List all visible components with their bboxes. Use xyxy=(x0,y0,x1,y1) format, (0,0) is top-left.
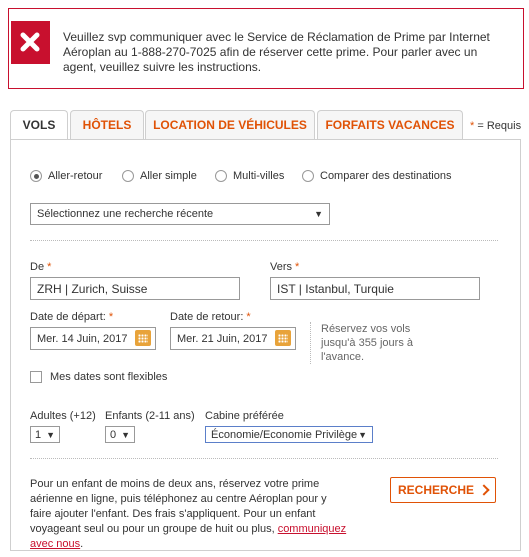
children-label: Enfants (2-11 ans) xyxy=(105,410,195,422)
tab-vols[interactable]: VOLS xyxy=(10,110,68,141)
infant-note: Pour un enfant de moins de deux ans, rés… xyxy=(30,478,347,550)
radio-multi-city[interactable] xyxy=(215,170,227,182)
to-input[interactable]: IST | Istanbul, Turquie xyxy=(270,277,480,300)
flexible-dates-checkbox[interactable] xyxy=(30,371,42,383)
cabin-select[interactable]: Économie/Economie Privilège ▼ xyxy=(205,426,373,443)
required-star: * xyxy=(47,261,52,273)
chevron-down-icon: ▼ xyxy=(358,429,367,440)
trip-type-compare[interactable]: Comparer des destinations xyxy=(302,170,451,182)
required-star: * xyxy=(108,311,114,323)
radio-compare-destinations[interactable] xyxy=(302,170,314,182)
recent-search-select[interactable]: Sélectionnez une recherche récente ▼ xyxy=(30,203,330,225)
radio-label: Comparer des destinations xyxy=(320,170,452,182)
chevron-down-icon: ▼ xyxy=(314,209,323,219)
depart-label: Date de départ: * xyxy=(30,311,114,323)
from-label: De * xyxy=(30,261,52,273)
required-star: * xyxy=(246,311,251,323)
to-label: Vers * xyxy=(270,261,300,273)
cabin-label: Cabine préférée xyxy=(205,410,284,422)
close-icon xyxy=(11,21,50,64)
trip-type-multi[interactable]: Multi-villes xyxy=(215,170,284,182)
select-value: Économie/Economie Privilège xyxy=(211,428,358,441)
calendar-icon[interactable] xyxy=(135,330,151,346)
chevron-down-icon: ▼ xyxy=(46,429,55,440)
radio-one-way[interactable] xyxy=(122,170,134,182)
select-value: Sélectionnez une recherche récente xyxy=(37,208,214,220)
from-input[interactable]: ZRH | Zurich, Suisse xyxy=(30,277,240,300)
radio-label: Aller simple xyxy=(140,170,197,182)
booking-window-hint: Réservez vos vols jusqu'à 355 jours à l'… xyxy=(310,322,420,364)
chevron-right-icon xyxy=(478,484,490,496)
radio-round-trip[interactable] xyxy=(30,170,42,182)
chevron-down-icon: ▼ xyxy=(121,429,130,440)
tab-hotels[interactable]: HÔTELS xyxy=(70,110,144,140)
radio-label: Multi-villes xyxy=(233,170,285,182)
flexible-dates-label: Mes dates sont flexibles xyxy=(50,371,168,383)
children-select[interactable]: 0 ▼ xyxy=(105,426,135,443)
adults-select[interactable]: 1 ▼ xyxy=(30,426,60,443)
trip-type-oneway[interactable]: Aller simple xyxy=(122,170,197,182)
tab-forfaits-vacances[interactable]: FORFAITS VACANCES xyxy=(317,110,463,140)
radio-label: Aller-retour xyxy=(48,170,103,182)
divider xyxy=(30,458,498,459)
calendar-icon[interactable] xyxy=(275,330,291,346)
required-note: * = Requis xyxy=(470,120,522,132)
select-value: 0 xyxy=(110,428,117,441)
tab-location-vehicules[interactable]: LOCATION DE VÉHICULES xyxy=(145,110,315,140)
return-label: Date de retour: * xyxy=(170,311,251,323)
search-button[interactable]: RECHERCHE xyxy=(390,477,496,503)
search-button-label: RECHERCHE xyxy=(397,483,474,497)
select-value: 1 xyxy=(35,428,42,441)
alert-message: Veuillez svp communiquer avec le Service… xyxy=(63,30,490,74)
required-star: * xyxy=(295,261,300,273)
error-alert: Veuillez svp communiquer avec le Service… xyxy=(8,8,524,89)
trip-type-round[interactable]: Aller-retour xyxy=(30,170,102,182)
divider xyxy=(30,240,498,241)
adults-label: Adultes (+12) xyxy=(30,410,96,422)
